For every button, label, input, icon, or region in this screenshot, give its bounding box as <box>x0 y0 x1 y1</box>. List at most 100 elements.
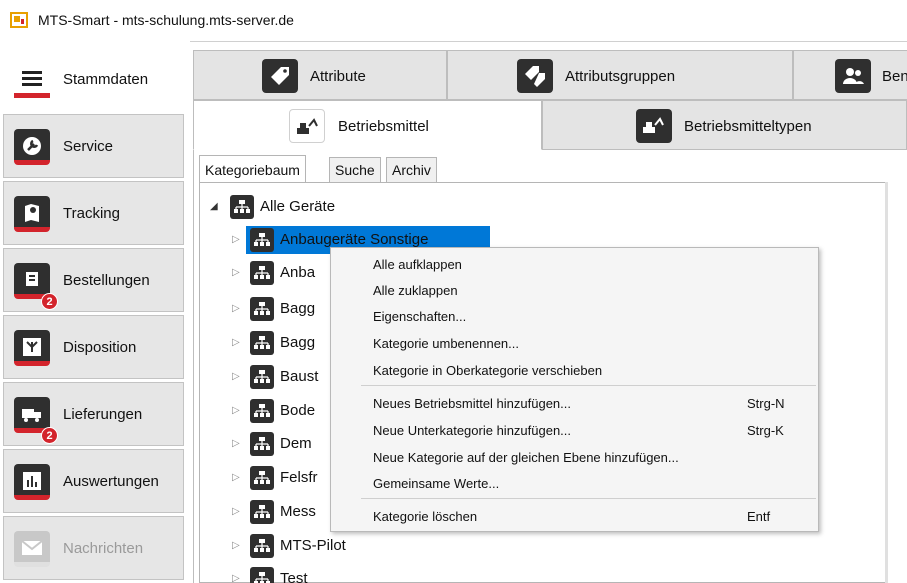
menu-item-alle-zuklappen[interactable]: Alle zuklappen <box>331 278 818 304</box>
sidebar-item-nachrichten[interactable]: Nachrichten <box>3 516 184 580</box>
app-window: MTS-Smart - mts-schulung.mts-server.de S… <box>0 0 907 583</box>
wrench-icon <box>14 129 50 165</box>
tab-kategoriebaum[interactable]: Kategoriebaum <box>199 155 306 183</box>
menu-item-shortcut: Entf <box>747 509 771 524</box>
tree-node-label: Test <box>280 570 308 583</box>
sidebar-item-label: Bestellungen <box>63 272 150 289</box>
tree-node-label: Felsfr <box>280 469 318 486</box>
tab-archiv[interactable]: Archiv <box>386 157 437 183</box>
chart-icon <box>14 464 50 500</box>
tab-label: Ben <box>882 68 907 85</box>
tree-node[interactable]: ▷ Dem <box>232 431 332 457</box>
collapse-arrow-icon[interactable]: ◢ <box>210 201 218 212</box>
menu-item-gemeinsame-werte[interactable]: Gemeinsame Werte... <box>331 471 818 497</box>
expand-arrow-icon[interactable]: ▷ <box>232 371 240 382</box>
excavator-type-icon <box>636 109 672 143</box>
menu-item-kategorie-loeschen[interactable]: Kategorie löschen Entf <box>331 504 818 530</box>
tree-node[interactable]: ▷ Baust <box>232 364 332 390</box>
menu-item-label: Alle aufklappen <box>373 257 462 272</box>
title-bar: MTS-Smart - mts-schulung.mts-server.de <box>0 0 907 42</box>
expand-arrow-icon[interactable]: ▷ <box>232 234 240 245</box>
menu-item-kategorie-umbenennen[interactable]: Kategorie umbenennen... <box>331 331 818 357</box>
menu-item-neue-unterkategorie[interactable]: Neue Unterkategorie hinzufügen... Strg-K <box>331 418 818 444</box>
menu-item-label: Alle zuklappen <box>373 283 458 298</box>
hierarchy-icon <box>250 534 274 558</box>
sidebar-item-lieferungen[interactable]: Lieferungen 2 <box>3 382 184 446</box>
expand-arrow-icon[interactable]: ▷ <box>232 303 240 314</box>
sidebar: Stammdaten Service Tracking Bestellungen… <box>0 45 186 583</box>
sidebar-item-service[interactable]: Service <box>3 114 184 178</box>
hierarchy-icon <box>250 261 274 285</box>
expand-arrow-icon[interactable]: ▷ <box>232 472 240 483</box>
tree-node[interactable]: ▷ Bagg <box>232 330 332 356</box>
tree-node-label: Bode <box>280 402 316 419</box>
top-tab-bar: Attribute Attributsgruppen Ben <box>193 50 907 100</box>
tab-label: Attributsgruppen <box>565 68 676 85</box>
expand-arrow-icon[interactable]: ▷ <box>232 540 240 551</box>
sidebar-item-auswertungen[interactable]: Auswertungen <box>3 449 184 513</box>
tree-node-label: Anba <box>280 264 316 281</box>
sidebar-item-stammdaten[interactable]: Stammdaten <box>3 47 184 111</box>
disposition-icon <box>14 330 50 366</box>
tab-suche[interactable]: Suche <box>329 157 381 183</box>
expand-arrow-icon[interactable]: ▷ <box>232 573 240 583</box>
tab-attribute[interactable]: Attribute <box>193 50 447 100</box>
sidebar-item-label: Tracking <box>63 205 120 222</box>
sidebar-item-label: Service <box>63 138 114 155</box>
menu-list-icon <box>14 62 50 98</box>
menu-item-shortcut: Strg-N <box>747 396 785 411</box>
sidebar-item-label: Stammdaten <box>63 71 149 88</box>
hierarchy-icon <box>250 331 274 355</box>
tree-node-label: Bagg <box>280 334 316 351</box>
menu-item-label: Kategorie umbenennen... <box>373 336 519 351</box>
hierarchy-icon <box>250 432 274 456</box>
sidebar-item-label: Disposition <box>63 339 137 356</box>
tree-node[interactable]: ▷ Mess <box>232 499 332 525</box>
menu-item-neues-betriebsmittel[interactable]: Neues Betriebsmittel hinzufügen... Strg-… <box>331 391 818 417</box>
menu-item-label: Gemeinsame Werte... <box>373 476 500 491</box>
tree-node[interactable]: ▷ Test <box>232 566 432 583</box>
notification-badge: 2 <box>41 293 58 310</box>
hierarchy-icon <box>250 500 274 524</box>
expand-arrow-icon[interactable]: ▷ <box>232 438 240 449</box>
menu-separator <box>361 498 816 499</box>
expand-arrow-icon[interactable]: ▷ <box>232 405 240 416</box>
tab-attributsgruppen[interactable]: Attributsgruppen <box>447 50 793 100</box>
tree-node-label: Baust <box>280 368 319 385</box>
vertical-scrollbar[interactable] <box>885 182 888 583</box>
tree-node-label: Anbaugeräte Sonstige <box>280 231 429 248</box>
title-divider <box>190 41 907 42</box>
tab-betriebsmitteltypen[interactable]: Betriebsmitteltypen <box>542 100 907 150</box>
hierarchy-icon <box>250 365 274 389</box>
tree-node[interactable]: ▷ Bagg <box>232 296 332 322</box>
expand-arrow-icon[interactable]: ▷ <box>232 337 240 348</box>
sidebar-item-tracking[interactable]: Tracking <box>3 181 184 245</box>
menu-item-label: Neue Unterkategorie hinzufügen... <box>373 423 572 438</box>
map-pin-icon <box>14 196 50 232</box>
menu-item-label: Neue Kategorie auf der gleichen Ebene hi… <box>373 450 679 465</box>
menu-item-shortcut: Strg-K <box>747 423 784 438</box>
tag-icon <box>262 59 298 93</box>
tree-node[interactable]: ▷ Anba <box>232 260 332 286</box>
tree-node[interactable]: ▷ MTS-Pilot <box>232 533 432 559</box>
notification-badge: 2 <box>41 427 58 444</box>
menu-item-label: Kategorie in Oberkategorie verschieben <box>373 363 603 378</box>
expand-arrow-icon[interactable]: ▷ <box>232 506 240 517</box>
hierarchy-icon <box>250 466 274 490</box>
tree-node[interactable]: ▷ Bode <box>232 398 332 424</box>
hierarchy-icon <box>250 567 274 583</box>
tab-benutzer[interactable]: Ben <box>793 50 907 100</box>
menu-separator <box>361 385 816 386</box>
tab-label: Betriebsmitteltypen <box>684 118 812 135</box>
menu-item-kategorie-verschieben[interactable]: Kategorie in Oberkategorie verschieben <box>331 358 818 384</box>
tree-node-label: Mess <box>280 503 316 520</box>
expand-arrow-icon[interactable]: ▷ <box>232 267 240 278</box>
tab-betriebsmittel[interactable]: Betriebsmittel <box>193 100 542 150</box>
menu-item-neue-kategorie-gleiche-ebene[interactable]: Neue Kategorie auf der gleichen Ebene hi… <box>331 445 818 471</box>
tree-node-root[interactable]: ◢ Alle Geräte <box>210 194 470 220</box>
tree-node[interactable]: ▷ Felsfr <box>232 465 332 491</box>
sidebar-item-disposition[interactable]: Disposition <box>3 315 184 379</box>
menu-item-eigenschaften[interactable]: Eigenschaften... <box>331 304 818 330</box>
menu-item-alle-aufklappen[interactable]: Alle aufklappen <box>331 252 818 278</box>
sidebar-item-bestellungen[interactable]: Bestellungen 2 <box>3 248 184 312</box>
